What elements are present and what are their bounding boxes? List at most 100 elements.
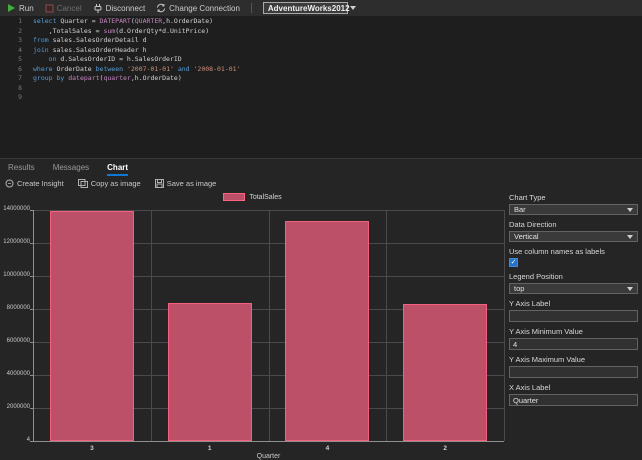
- code-text: select Quarter = DATEPART(QUARTER,h.Orde…: [33, 17, 214, 25]
- cancel-button[interactable]: Cancel: [45, 4, 82, 13]
- x-axis-tick-label: 3: [90, 445, 94, 452]
- legend-position-value: top: [514, 284, 525, 293]
- x-axis-tick-label: 1: [207, 445, 212, 452]
- chart-actions-toolbar: Create Insight Copy as image Save as ima…: [0, 176, 642, 190]
- y-axis-label-input[interactable]: [509, 310, 638, 322]
- line-number: 4: [18, 45, 22, 54]
- tab-messages[interactable]: Messages: [53, 163, 89, 176]
- use-column-names-checkbox[interactable]: ✓: [509, 258, 518, 267]
- copy-as-image-label: Copy as image: [90, 178, 141, 188]
- line-number: 9: [18, 93, 22, 101]
- y-axis-tick-label: 4000000: [6, 371, 30, 377]
- cancel-label: Cancel: [56, 3, 82, 13]
- disconnect-button[interactable]: Disconnect: [93, 3, 145, 14]
- chart-type-value: Bar: [514, 205, 526, 214]
- sql-editor[interactable]: 1 select Quarter = DATEPART(QUARTER,h.Ord…: [0, 16, 642, 158]
- y-axis-min-label: Y Axis Minimum Value: [509, 327, 583, 336]
- code-line[interactable]: 6 where OrderDate between '2007-01-01' an…: [0, 65, 642, 75]
- chevron-down-icon: [627, 207, 633, 212]
- editor-toolbar: Run Cancel Disconnect Change Connection …: [0, 0, 642, 16]
- x-axis-line: [33, 441, 504, 442]
- save-as-image-label: Save as image: [166, 178, 217, 188]
- x-axis-tick-label: 4: [325, 445, 330, 452]
- legend-label: TotalSales: [249, 193, 282, 201]
- change-connection-button[interactable]: Change Connection: [156, 3, 240, 13]
- y-axis-label-label: Y Axis Label: [509, 299, 551, 308]
- y-axis-tick-label: 12000000: [3, 239, 30, 245]
- copy-image-icon: [77, 178, 88, 188]
- y-axis-max-input[interactable]: [509, 366, 638, 378]
- tab-results[interactable]: Results: [8, 163, 35, 176]
- gridline-vertical: [268, 210, 270, 441]
- data-direction-select[interactable]: Vertical: [509, 231, 638, 242]
- bar-quarter-4[interactable]: [285, 221, 370, 441]
- insight-icon: [5, 179, 14, 188]
- chart-type-label: Chart Type: [509, 193, 546, 202]
- query-editor-window: Run Cancel Disconnect Change Connection …: [0, 0, 642, 460]
- copy-as-image-button[interactable]: Copy as image: [77, 178, 141, 188]
- bar-quarter-2[interactable]: [403, 304, 488, 441]
- y-axis-tick-label: 4: [26, 437, 30, 443]
- line-number: 8: [18, 83, 22, 92]
- results-panel-header: Results Messages Chart Create Insight Co…: [0, 158, 642, 192]
- change-connection-label: Change Connection: [169, 3, 240, 13]
- chevron-down-icon: [349, 6, 356, 10]
- data-direction-label: Data Direction: [509, 220, 557, 229]
- run-button[interactable]: Run: [7, 3, 34, 13]
- stop-icon: [45, 4, 54, 13]
- save-as-image-button[interactable]: Save as image: [154, 178, 217, 188]
- code-text: ,TotalSales = sum(d.OrderQty*d.UnitPrice…: [33, 26, 210, 35]
- x-axis-label-input[interactable]: [509, 394, 638, 406]
- x-axis-tick-label: 2: [443, 445, 447, 452]
- tab-chart[interactable]: Chart: [107, 163, 129, 176]
- chart-type-select[interactable]: Bar: [509, 204, 638, 215]
- line-number: 6: [18, 64, 22, 73]
- code-lines: 1 select Quarter = DATEPART(QUARTER,h.Ord…: [0, 17, 642, 103]
- x-axis-title: Quarter: [256, 453, 281, 460]
- legend-swatch: [223, 193, 246, 201]
- run-label: Run: [19, 3, 34, 13]
- code-line[interactable]: 5 on d.SalesOrderID = h.SalesOrderID: [0, 55, 642, 65]
- code-line[interactable]: 9: [0, 93, 642, 103]
- y-axis-tick-label: 14000000: [3, 206, 30, 212]
- create-insight-button[interactable]: Create Insight: [5, 179, 64, 188]
- y-axis-tick-label: 6000000: [6, 338, 30, 344]
- database-dropdown[interactable]: AdventureWorks2012: [262, 2, 356, 14]
- gridline-vertical: [150, 210, 152, 441]
- code-line[interactable]: 8: [0, 84, 642, 94]
- bar-quarter-1[interactable]: [167, 303, 252, 441]
- y-axis-tick-label: 2000000: [6, 404, 30, 410]
- code-text: on d.SalesOrderID = h.SalesOrderID: [48, 55, 182, 63]
- code-line[interactable]: 1 select Quarter = DATEPART(QUARTER,h.Ord…: [0, 17, 642, 27]
- database-name: AdventureWorks2012: [267, 3, 350, 13]
- bar-quarter-3[interactable]: [49, 211, 134, 441]
- code-text: from sales.SalesOrderDetail d: [33, 36, 147, 44]
- code-line[interactable]: 2 ,TotalSales = sum(d.OrderQty*d.UnitPri…: [0, 27, 642, 37]
- line-number: 3: [18, 36, 22, 44]
- chart-legend[interactable]: TotalSales: [0, 193, 505, 201]
- check-icon: ✓: [510, 259, 517, 266]
- code-text: join sales.SalesOrderHeader h: [33, 45, 147, 54]
- line-number: 1: [18, 17, 22, 25]
- data-direction-value: Vertical: [514, 232, 539, 241]
- gridline-vertical: [386, 210, 388, 441]
- legend-position-select[interactable]: top: [509, 283, 638, 294]
- results-tab-strip: Results Messages Chart: [0, 159, 642, 176]
- use-column-names-label: Use column names as labels: [509, 247, 605, 256]
- code-line[interactable]: 7 group by datepart(quarter,h.OrderDate): [0, 74, 642, 84]
- line-number: 2: [18, 26, 22, 35]
- code-line[interactable]: 4 join sales.SalesOrderHeader h: [0, 46, 642, 56]
- chevron-down-icon: [627, 286, 633, 291]
- chart-options-panel: Chart Type Bar Data Direction Vertical U…: [505, 192, 642, 460]
- legend-position-label: Legend Position: [509, 272, 563, 281]
- y-axis-min-input[interactable]: [509, 338, 638, 350]
- y-axis-max-label: Y Axis Maximum Value: [509, 355, 585, 364]
- save-image-icon: [154, 178, 164, 188]
- chart-area: 14000000 12000000 10000000 8000000 6000000 40…: [0, 192, 505, 460]
- y-axis-tick-label: 10000000: [3, 272, 30, 278]
- code-text: where OrderDate between '2007-01-01' and…: [33, 64, 241, 73]
- code-line[interactable]: 3 from sales.SalesOrderDetail d: [0, 36, 642, 46]
- line-number: 5: [18, 55, 22, 63]
